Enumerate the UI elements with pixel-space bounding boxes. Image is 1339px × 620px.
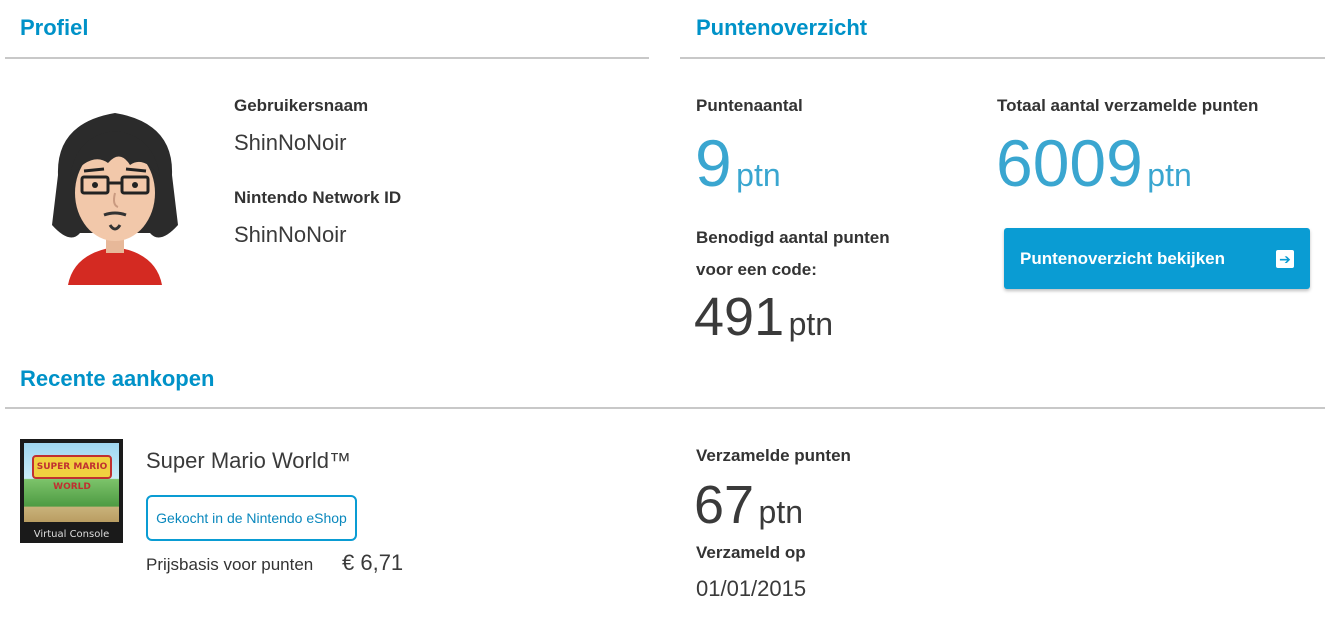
collected-points-value: 67 <box>694 475 755 535</box>
game-logo: SUPER MARIO WORLD <box>32 455 112 492</box>
eshop-button[interactable]: Gekocht in de Nintendo eShop <box>146 495 357 541</box>
profile-divider <box>5 57 649 59</box>
points-divider <box>680 57 1325 59</box>
collected-points: 67 ptn <box>694 478 803 532</box>
points-count: 9 ptn <box>695 130 781 196</box>
game-caption: Virtual Console <box>33 529 110 540</box>
collected-points-unit: ptn <box>758 494 804 530</box>
collected-label: Verzamelde punten <box>696 446 851 465</box>
points-needed-unit: ptn <box>788 306 834 342</box>
game-screen: SUPER MARIO WORLD <box>24 443 119 522</box>
points-count-label: Puntenaantal <box>696 96 803 115</box>
points-total-label: Totaal aantal verzamelde punten <box>997 96 1259 115</box>
points-total: 6009 ptn <box>996 130 1192 196</box>
points-needed: 491 ptn <box>694 290 833 344</box>
price-label: Prijsbasis voor punten <box>146 555 314 574</box>
eshop-button-label: Gekocht in de Nintendo eShop <box>156 510 347 526</box>
points-needed-value: 491 <box>694 287 785 347</box>
arrow-right-icon: ➔ <box>1276 249 1294 268</box>
profile-title: Profiel <box>20 15 89 40</box>
nnid-value: ShinNoNoir <box>234 222 347 247</box>
points-needed-label-1: Benodigd aantal punten <box>696 228 890 247</box>
game-boxart: SUPER MARIO WORLD Virtual Console <box>20 439 123 543</box>
view-points-button[interactable]: Puntenoverzicht bekijken ➔ <box>1004 228 1310 289</box>
recent-title: Recente aankopen <box>20 366 215 391</box>
points-needed-label-2: voor een code: <box>696 260 817 279</box>
collected-on-value: 01/01/2015 <box>696 576 807 601</box>
username-value: ShinNoNoir <box>234 130 347 155</box>
points-title: Puntenoverzicht <box>696 15 868 40</box>
points-count-unit: ptn <box>736 157 781 193</box>
collected-on-label: Verzameld op <box>696 543 806 562</box>
points-total-value: 6009 <box>996 126 1143 200</box>
avatar <box>40 105 190 285</box>
points-total-unit: ptn <box>1147 157 1192 193</box>
view-points-button-label: Puntenoverzicht bekijken <box>1020 248 1225 268</box>
game-title: Super Mario World™ <box>146 448 351 473</box>
nnid-label: Nintendo Network ID <box>234 188 402 207</box>
recent-divider <box>5 407 1325 409</box>
points-count-value: 9 <box>695 126 732 200</box>
price-value: € 6,71 <box>342 550 404 575</box>
username-label: Gebruikersnaam <box>234 96 369 115</box>
